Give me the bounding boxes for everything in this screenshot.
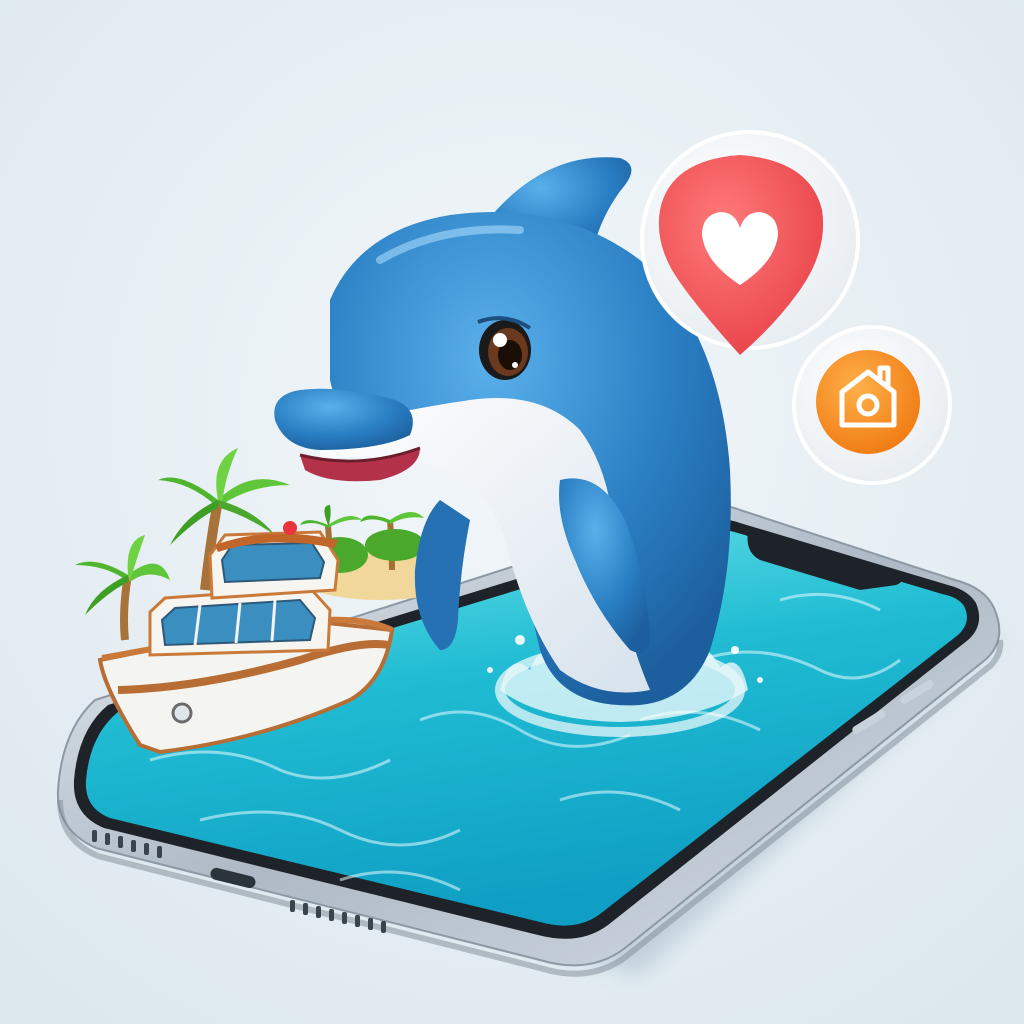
home-badge-disc [816,350,920,454]
boat-porthole [171,702,193,724]
dolphin-phone-illustration [0,0,1024,1024]
boat-beacon [283,521,297,535]
boat-windows-upper [220,541,326,584]
home-badge [792,325,952,485]
